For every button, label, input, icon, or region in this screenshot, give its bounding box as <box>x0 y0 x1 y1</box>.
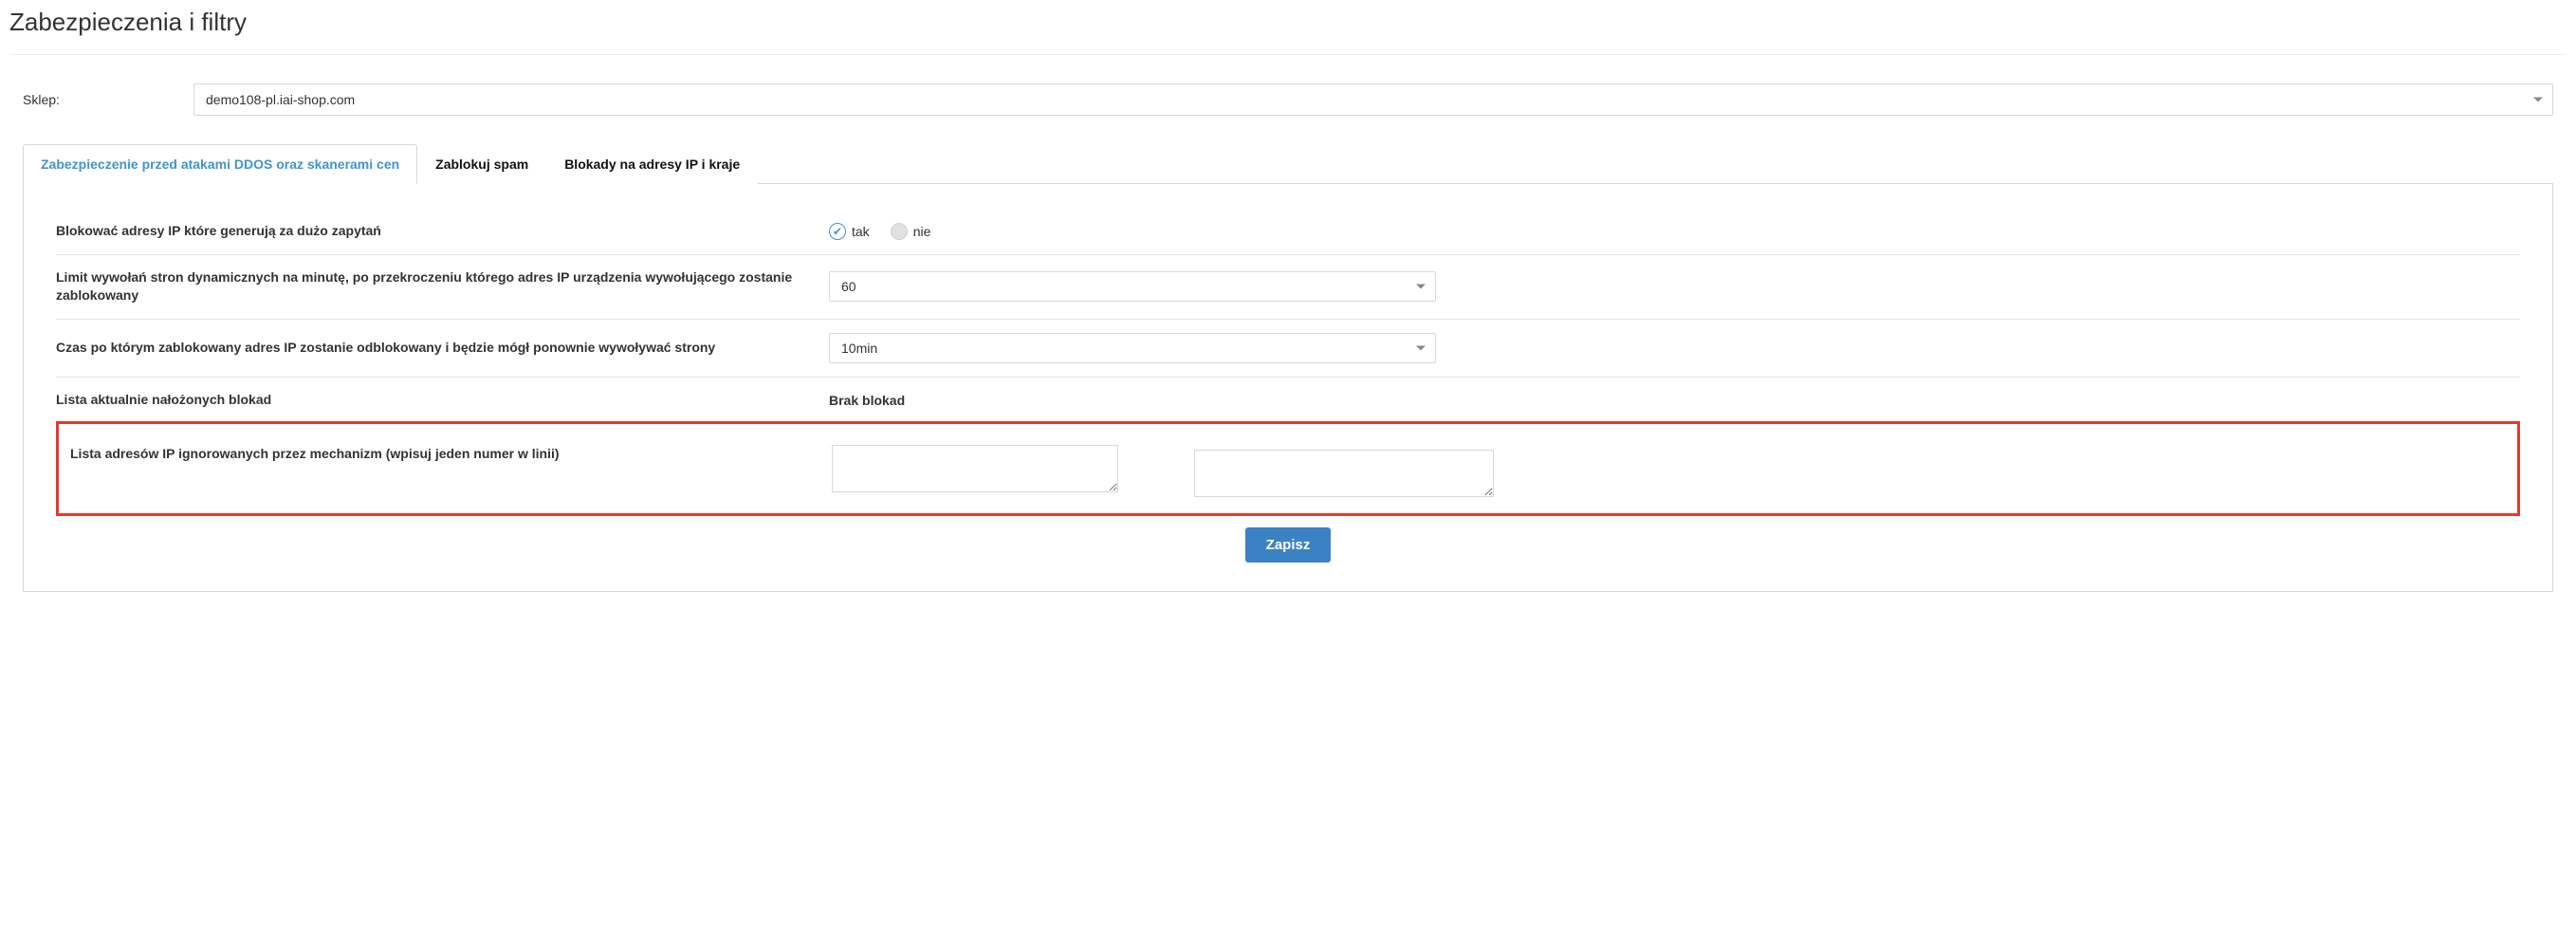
limit-select[interactable]: 60 <box>829 271 1436 302</box>
tabs-container: Zabezpieczenie przed atakami DDOS oraz s… <box>9 144 2567 592</box>
row-current-blocks-label: Lista aktualnie nałożonych blokad <box>56 391 829 410</box>
row-block-ips-label: Blokować adresy IP które generują za duż… <box>56 222 829 241</box>
chevron-down-icon <box>1416 285 1426 289</box>
shop-label: Sklep: <box>23 92 193 107</box>
radio-unchecked-icon <box>891 223 908 240</box>
button-row: Zapisz <box>56 527 2520 563</box>
row-limit-label: Limit wywołań stron dynamicznych na minu… <box>56 268 829 305</box>
title-divider <box>9 54 2567 55</box>
row-limit: Limit wywołań stron dynamicznych na minu… <box>56 254 2520 319</box>
page-title: Zabezpieczenia i filtry <box>9 8 2567 46</box>
tab-ipblock[interactable]: Blokady na adresy IP i kraje <box>546 144 758 184</box>
tabs: Zabezpieczenie przed atakami DDOS oraz s… <box>23 144 2553 184</box>
radio-checked-icon: ✔ <box>829 223 846 240</box>
shop-select-value: demo108-pl.iai-shop.com <box>206 92 355 107</box>
radio-yes[interactable]: ✔ tak <box>829 223 870 240</box>
row-block-ips: Blokować adresy IP które generują za duż… <box>56 209 2520 254</box>
row-current-blocks: Lista aktualnie nałożonych blokad Brak b… <box>56 377 2520 423</box>
ignored-ips-textarea-extra[interactable] <box>1194 450 1494 497</box>
ignored-ips-textarea[interactable] <box>832 445 1118 492</box>
tab-panel: Blokować adresy IP które generują za duż… <box>23 184 2553 592</box>
radio-yes-label: tak <box>852 224 870 239</box>
tab-ddos[interactable]: Zabezpieczenie przed atakami DDOS oraz s… <box>23 144 417 184</box>
radio-no-label: nie <box>913 224 931 239</box>
tab-spam[interactable]: Zablokuj spam <box>417 144 546 184</box>
unblock-time-select[interactable]: 10min <box>829 333 1436 363</box>
chevron-down-icon <box>2533 98 2543 102</box>
save-button[interactable]: Zapisz <box>1245 527 1332 563</box>
current-blocks-value: Brak blokad <box>829 393 905 408</box>
row-unblock-time-label: Czas po którym zablokowany adres IP zost… <box>56 339 829 358</box>
limit-select-value: 60 <box>841 279 856 294</box>
row-ignored-ips-label: Lista adresów IP ignorowanych przez mech… <box>70 445 832 464</box>
page-root: Zabezpieczenia i filtry Sklep: demo108-p… <box>0 0 2576 620</box>
check-icon: ✔ <box>833 226 842 237</box>
extra-textarea-wrap <box>1194 450 2520 497</box>
shop-select[interactable]: demo108-pl.iai-shop.com <box>193 83 2553 116</box>
radio-no[interactable]: nie <box>891 223 931 240</box>
block-ips-radio-group: ✔ tak nie <box>829 223 930 240</box>
unblock-time-select-value: 10min <box>841 341 877 356</box>
shop-row: Sklep: demo108-pl.iai-shop.com <box>9 83 2567 116</box>
row-unblock-time: Czas po którym zablokowany adres IP zost… <box>56 319 2520 377</box>
chevron-down-icon <box>1416 345 1426 350</box>
